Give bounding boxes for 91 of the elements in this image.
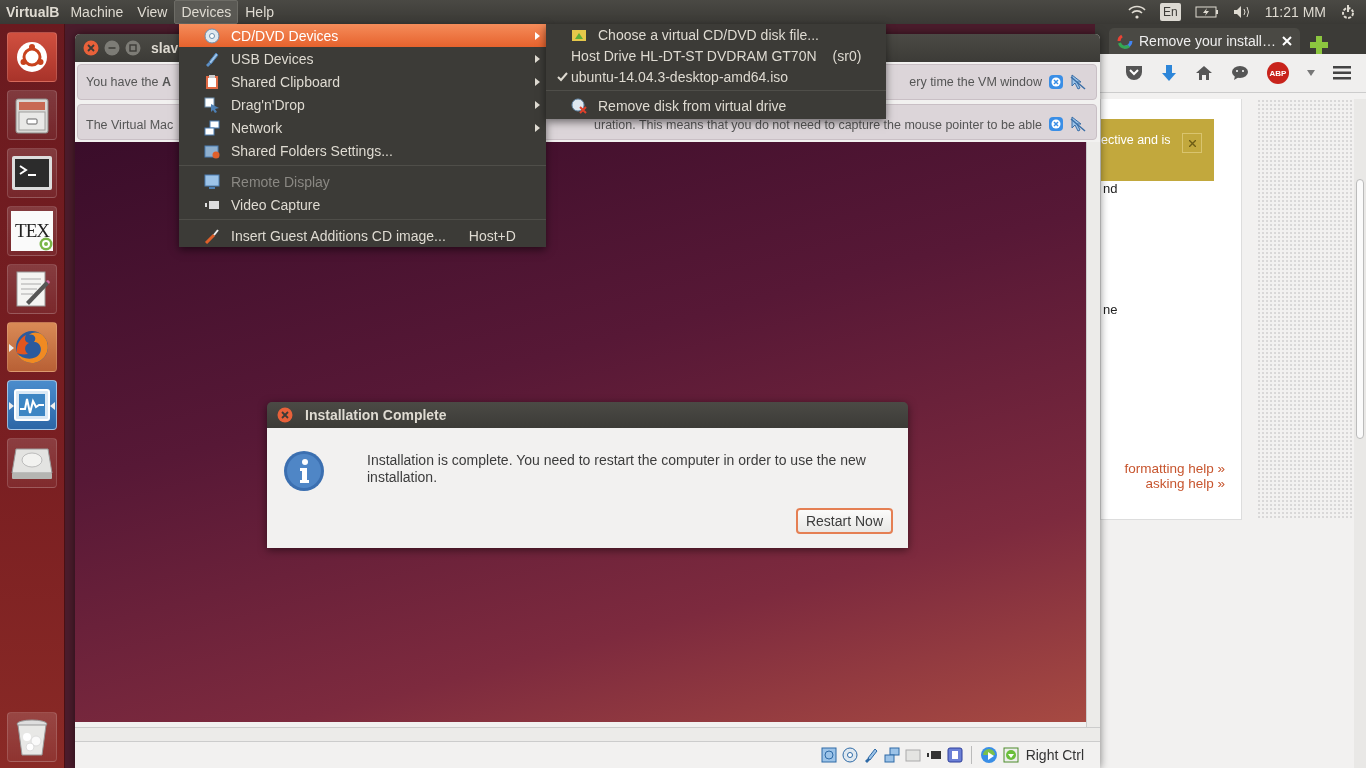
launcher-item[interactable] <box>7 264 57 314</box>
host-key-label: Right Ctrl <box>1025 747 1084 763</box>
restart-button[interactable]: Restart Now <box>795 508 893 534</box>
network-icon[interactable] <box>883 747 900 763</box>
menu-item[interactable]: Insert Guest Additions CD image... Host+D <box>179 224 546 247</box>
dismiss-button[interactable] <box>1182 133 1203 153</box>
shared-folder-icon <box>204 142 220 159</box>
network-icon <box>204 119 220 136</box>
submenu-arrow-icon <box>535 54 540 63</box>
menu-icon[interactable] <box>1333 66 1351 80</box>
close-icon[interactable] <box>1281 36 1292 46</box>
text-fragment: nd <box>1103 181 1119 196</box>
clipboard-icon <box>204 73 220 90</box>
notice-text: uration. This means that you do not need to capture the mouse pointer to be able <box>594 118 1042 132</box>
launcher-item[interactable] <box>7 380 57 430</box>
power-gear-icon[interactable] <box>1340 4 1356 20</box>
launcher-item[interactable] <box>7 438 57 488</box>
launcher-item[interactable] <box>7 712 57 762</box>
menu-bar-item[interactable]: View <box>130 0 175 24</box>
maximize-icon[interactable] <box>125 40 141 56</box>
home-icon[interactable] <box>1195 65 1213 81</box>
ubuntu-logo-icon <box>14 39 50 75</box>
submenu-arrow-icon <box>535 123 540 132</box>
scrollbar[interactable] <box>1354 99 1366 768</box>
menu-item[interactable]: Remove disk from virtual drive <box>546 95 886 116</box>
menu-item[interactable]: Choose a virtual CD/DVD disk file... <box>546 24 886 45</box>
tab-title: Remove your install… <box>1139 33 1276 49</box>
scrollbar[interactable] <box>75 727 1100 741</box>
banner-text: ective and is <box>1101 133 1171 147</box>
file-cabinet-icon <box>12 95 52 135</box>
checkmark-icon <box>557 71 568 82</box>
menu-item[interactable]: ubuntu-14.04.3-desktop-amd64.iso <box>546 66 886 87</box>
pointer-off-icon[interactable] <box>1070 74 1086 90</box>
wifi-icon[interactable] <box>1128 5 1147 19</box>
launcher-item[interactable] <box>7 90 57 140</box>
browser-tab[interactable]: Remove your install… <box>1109 28 1300 54</box>
menu-item[interactable]: Shared Clipboard <box>179 70 546 93</box>
info-icon <box>283 450 325 492</box>
menu-bar-item[interactable]: Devices <box>174 0 239 24</box>
window-title: slav <box>151 40 179 56</box>
menu-item[interactable]: Drag'n'Drop <box>179 93 546 116</box>
help-link[interactable]: formatting help » <box>1124 461 1225 476</box>
minimize-icon[interactable] <box>104 40 120 56</box>
menu-item[interactable]: Host Drive HL-DT-ST DVDRAM GT70N (sr0) <box>546 45 886 66</box>
notice-text: The Virtual Mac <box>86 118 174 132</box>
display-icon[interactable] <box>946 747 963 763</box>
system-monitor-icon <box>12 387 52 423</box>
trash-icon <box>14 717 50 757</box>
shortcut-label: Host+D <box>468 227 516 244</box>
notice-text: ery time the VM window <box>909 75 1042 89</box>
submenu-arrow-icon <box>535 31 540 40</box>
new-tab-plus-icon[interactable] <box>1309 36 1328 54</box>
pocket-icon[interactable] <box>1125 65 1143 81</box>
download-icon[interactable] <box>1161 64 1177 82</box>
menu-item[interactable]: Video Capture <box>179 193 546 216</box>
submenu-arrow-icon <box>535 100 540 109</box>
chat-bubble-icon[interactable] <box>1231 65 1249 81</box>
menu-bar-item[interactable]: Machine <box>63 0 131 24</box>
usb-plug-icon <box>204 50 220 67</box>
dropdown-caret-icon[interactable] <box>1307 70 1315 76</box>
dialog-message: Installation is complete. You need to restart the computer in order to use the new installation. <box>367 452 867 486</box>
dialog-title: Installation Complete <box>305 407 447 423</box>
close-icon <box>1189 139 1196 147</box>
remove-disc-icon <box>571 97 587 114</box>
clock[interactable]: 11:21 MM <box>1264 4 1326 20</box>
launcher-item[interactable] <box>7 32 57 82</box>
keyboard-layout-indicator[interactable]: En <box>1160 3 1181 21</box>
notice-text: You have the A <box>86 75 172 89</box>
drag-drop-icon <box>204 96 220 113</box>
disc-icon[interactable] <box>841 747 858 763</box>
adblock-button[interactable]: ABP <box>1267 62 1289 84</box>
menu-item[interactable]: Shared Folders Settings... <box>179 139 546 162</box>
hard-disk-icon <box>10 445 54 481</box>
menu-bar-item[interactable]: Help <box>238 0 282 24</box>
help-link[interactable]: asking help » <box>1145 476 1225 491</box>
submenu-arrow-icon <box>535 77 540 86</box>
display-icon <box>204 173 220 190</box>
menu-item[interactable]: Network <box>179 116 546 139</box>
menu-item[interactable]: USB Devices <box>179 47 546 70</box>
device-id: (sr0) <box>832 47 862 64</box>
wrench-icon <box>204 227 220 244</box>
mouse-integration-icon[interactable] <box>979 746 998 764</box>
volume-icon[interactable] <box>1232 5 1251 19</box>
terminal-icon <box>11 155 53 191</box>
battery-icon[interactable] <box>1194 6 1219 18</box>
pointer-off-icon[interactable] <box>1070 116 1086 132</box>
launcher-item[interactable] <box>7 148 57 198</box>
scrollbar[interactable] <box>1086 142 1100 727</box>
text-fragment: ne <box>1103 302 1119 317</box>
disc-icon <box>204 27 220 44</box>
app-name: VirtualB <box>5 4 61 20</box>
